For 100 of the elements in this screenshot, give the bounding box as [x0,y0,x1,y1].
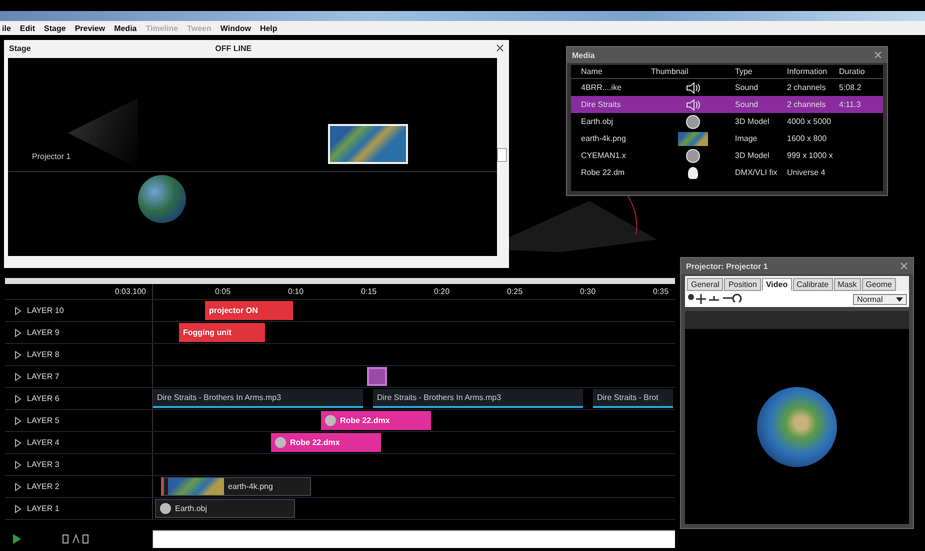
sphere-icon [325,415,336,426]
column-header[interactable]: Information [787,67,839,76]
layer-label[interactable]: LAYER 9 [27,328,60,337]
tick-label: 0:15 [361,286,378,298]
layer-label[interactable]: LAYER 10 [27,306,64,315]
column-header[interactable]: Name [581,67,651,76]
layer-label[interactable]: LAYER 6 [27,394,60,403]
column-header[interactable]: Thumbnail [651,67,735,76]
tab[interactable]: Position [724,278,761,291]
expand-icon[interactable] [15,482,21,490]
tab[interactable]: Mask [834,278,861,291]
map-thumbnail [168,478,224,495]
tick-label: 0:05 [215,286,232,298]
table-cell-text: 4:11.3 [839,100,862,109]
map-thumbnail [678,132,708,146]
sphere-icon [160,503,171,514]
table-cell-text: Robe 22.dm [581,168,626,177]
column-header[interactable]: Type [735,67,787,76]
table-cell-text: Earth.obj [581,117,614,126]
tick-label: 0:20 [434,286,451,298]
menu-item[interactable]: ile [2,24,11,32]
blend-mode-dropdown[interactable]: Normal [853,294,907,304]
expand-icon[interactable] [15,328,21,336]
tick-label: 0:30 [580,286,597,298]
layer-label[interactable]: LAYER 4 [27,438,60,447]
expand-icon[interactable] [15,372,21,380]
time-display: 0:03.100 [5,284,153,299]
layer-label[interactable]: LAYER 2 [27,482,60,491]
panel-title: Stage [9,44,31,52]
timeline-clip[interactable]: Earth.obj [155,499,295,518]
status-label: OFF LINE [214,44,253,52]
tab[interactable]: Video [762,278,792,291]
media-row[interactable]: earth-4k.png Image 1600 x 800 [571,130,883,147]
menu-item[interactable]: Edit [20,24,36,32]
table-cell-text: CYEMAN1.x [581,151,627,160]
table-cell-text: 1600 x 800 [787,134,828,143]
tick-label: 0:25 [507,286,524,298]
table-cell-text: DMX/VLI fix [735,168,778,177]
expand-icon[interactable] [15,416,21,424]
close-icon[interactable] [900,262,908,270]
table-cell-text: 2 channels [787,100,827,109]
speaker-icon [685,98,701,110]
layer-label[interactable]: LAYER 8 [27,350,60,359]
play-icon[interactable] [13,534,21,544]
menu-item[interactable]: Stage [44,24,66,32]
projector-label: Projector 1 [32,152,71,161]
timeline-clip[interactable]: projector ON [205,301,293,320]
expand-icon[interactable] [15,438,21,446]
panel-title: Projector: Projector 1 [686,262,768,270]
tab[interactable]: General [687,278,724,291]
column-header[interactable]: Duratio [839,67,879,76]
marker-clip[interactable] [367,367,387,386]
layer-label[interactable]: LAYER 1 [27,504,60,513]
table-cell-text: Dire Straits [581,100,622,109]
table-cell-text: 5:08.2 [839,83,862,92]
media-row[interactable]: Earth.obj 3D Model 4000 x 5000 [571,113,883,130]
caret-icon [896,296,903,302]
timeline-clip[interactable]: Fogging unit [179,323,265,342]
table-cell-text: earth-4k.png [581,134,627,143]
expand-icon[interactable] [15,394,21,402]
table-cell-text: 4000 x 5000 [787,117,832,126]
layer-label[interactable]: LAYER 3 [27,460,60,469]
sphere-icon [275,437,286,448]
tab[interactable]: Calibrate [792,278,833,291]
table-cell-text: Sound [735,83,760,92]
timeline-clip[interactable]: Dire Straits - Brothers In Arms.mp3 [153,389,363,408]
expand-icon[interactable] [15,350,21,358]
timeline-clip[interactable]: Robe 22.dmx [321,411,431,430]
media-row[interactable]: 4BRR....ike Sound 2 channels 5:08.2 [571,79,883,96]
menu-item[interactable]: Preview [74,24,106,32]
close-icon[interactable] [874,51,882,59]
toolbar-icons-drawing[interactable] [61,534,91,544]
globe-drawing [138,175,186,223]
sphere-icon [686,114,700,128]
expand-icon[interactable] [15,504,21,512]
timeline-clip[interactable]: Robe 22.dmx [271,433,381,452]
expand-icon[interactable] [15,460,21,468]
table-cell-text: Universe 4 [787,168,826,177]
table-cell-text: 2 channels [787,83,827,92]
media-row[interactable]: CYEMAN1.x 3D Model 999 x 1000 x [571,147,883,164]
timeline-clip[interactable]: earth-4k.png [161,477,311,496]
table-cell-text: Sound [735,100,760,109]
table-cell-text: 3D Model [735,151,770,160]
light-icon [688,166,698,178]
menu-item[interactable]: Media [114,24,137,32]
timeline-clip[interactable]: Dire Straits - Brothers In Arms.mp3 [373,389,583,408]
menu-item[interactable]: Help [260,24,278,32]
menu-item[interactable]: Window [220,24,251,32]
table-cell-text: 999 x 1000 x [787,151,834,160]
tick-label: 0:35 [653,286,670,298]
media-row[interactable]: Dire Straits Sound 2 channels 4:11.3 [571,96,883,113]
sphere-icon [686,148,700,162]
close-icon[interactable] [496,44,504,52]
layer-label[interactable]: LAYER 7 [27,372,60,381]
layer-label[interactable]: LAYER 5 [27,416,60,425]
expand-icon[interactable] [15,306,21,314]
speaker-icon [685,82,701,94]
timeline-clip[interactable]: Dire Straits - Brot [593,389,673,408]
media-row[interactable]: Robe 22.dm DMX/VLI fix Universe 4 [571,164,883,181]
tab[interactable]: Geome [862,278,896,291]
